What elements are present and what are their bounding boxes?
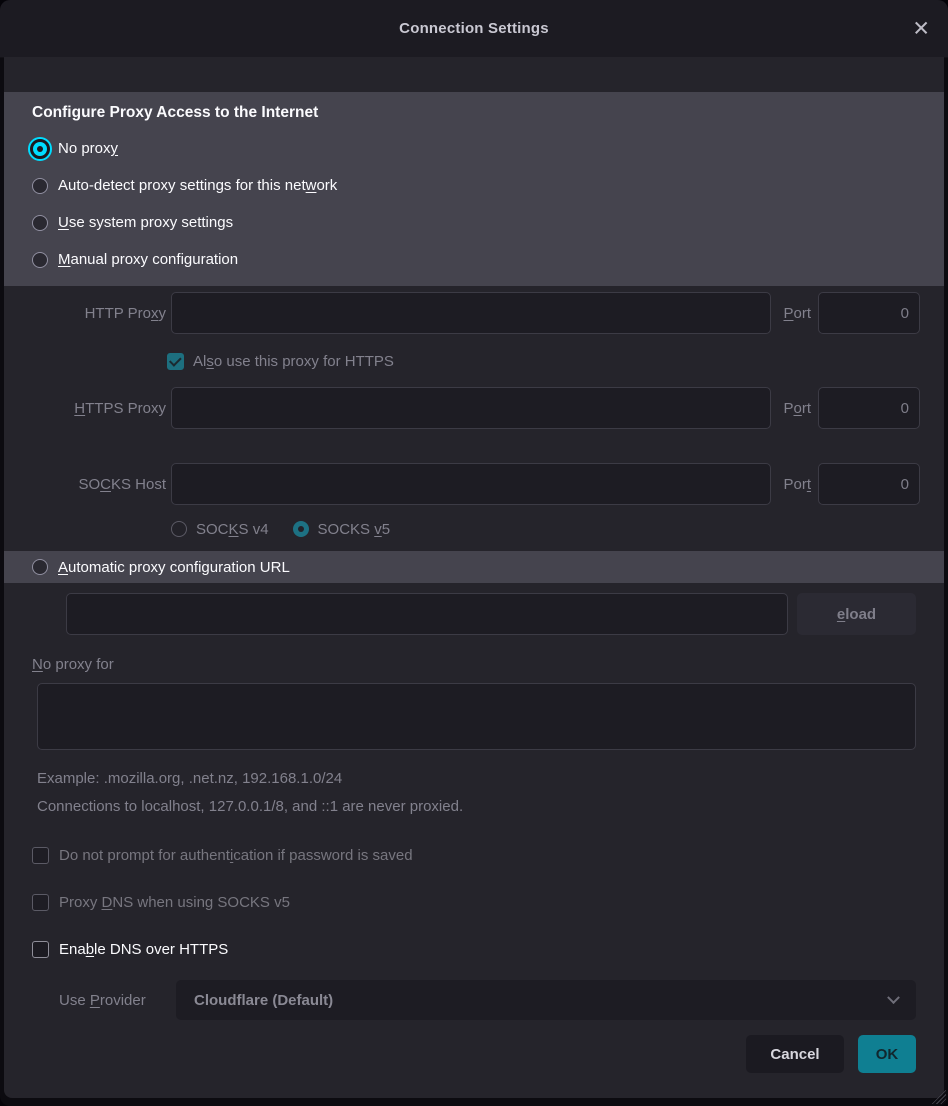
also-https-label: Also use this proxy for HTTPS bbox=[193, 353, 394, 370]
reload-button: eload bbox=[797, 593, 916, 635]
also-https-checkbox-row: Also use this proxy for HTTPS bbox=[4, 347, 944, 375]
http-port-label: Port bbox=[771, 305, 818, 322]
radio-off-icon bbox=[32, 559, 48, 575]
page-title: Configure Proxy Access to the Internet bbox=[32, 104, 916, 122]
autoproxy-band: Automatic proxy configuration URL bbox=[4, 551, 944, 583]
provider-selected-value: Cloudflare (Default) bbox=[194, 992, 333, 1009]
radio-socks-v5: SOCKS v5 bbox=[293, 521, 391, 538]
checkmark-icon bbox=[169, 354, 181, 366]
https-proxy-row: HTTPS Proxy Port bbox=[4, 387, 944, 429]
checkbox-checked-icon bbox=[167, 353, 184, 370]
doh-provider-row: Use Provider Cloudflare (Default) bbox=[4, 980, 944, 1020]
radio-off-icon bbox=[32, 178, 48, 194]
radio-off-icon bbox=[32, 252, 48, 268]
socks-port-label: Port bbox=[771, 476, 818, 493]
https-proxy-label: HTTPS Proxy bbox=[32, 400, 171, 417]
radio-label: No proxy bbox=[58, 140, 118, 157]
http-port-input bbox=[818, 292, 920, 334]
radio-label: Use system proxy settings bbox=[58, 214, 233, 231]
dialog-titlebar: Connection Settings ✕ bbox=[0, 0, 948, 58]
radio-auto-detect[interactable]: Auto-detect proxy settings for this netw… bbox=[32, 167, 916, 204]
checkbox-label: Do not prompt for authentication if pass… bbox=[59, 847, 413, 864]
radio-label: Auto-detect proxy settings for this netw… bbox=[58, 177, 337, 194]
dialog-title: Connection Settings bbox=[399, 20, 549, 37]
no-proxy-note-text: Connections to localhost, 127.0.0.1/8, a… bbox=[37, 798, 916, 815]
radio-autoproxy-url[interactable]: Automatic proxy configuration URL bbox=[32, 551, 290, 583]
http-proxy-input bbox=[171, 292, 771, 334]
proxy-mode-group: Configure Proxy Access to the Internet N… bbox=[4, 92, 944, 286]
use-provider-label: Use Provider bbox=[59, 992, 164, 1009]
autoproxy-url-input bbox=[66, 593, 788, 635]
socks-port-input bbox=[818, 463, 920, 505]
https-port-label: Port bbox=[771, 400, 818, 417]
checkbox-unchecked-icon bbox=[32, 894, 49, 911]
radio-off-icon bbox=[171, 521, 187, 537]
https-port-input bbox=[818, 387, 920, 429]
checkbox-proxy-dns-socks5: Proxy DNS when using SOCKS v5 bbox=[4, 888, 944, 916]
dialog-footer: Cancel OK bbox=[4, 1035, 944, 1073]
http-proxy-row: HTTP Proxy Port bbox=[4, 292, 944, 334]
radio-off-icon bbox=[32, 215, 48, 231]
radio-on-icon bbox=[293, 521, 309, 537]
socks-version-group: SOCKS v4 SOCKS v5 bbox=[4, 519, 944, 539]
chevron-down-icon bbox=[887, 991, 900, 1004]
checkbox-label: Proxy DNS when using SOCKS v5 bbox=[59, 894, 290, 911]
no-proxy-example-text: Example: .mozilla.org, .net.nz, 192.168.… bbox=[37, 770, 916, 787]
autoproxy-label: Automatic proxy configuration URL bbox=[58, 559, 290, 576]
checkbox-unchecked-icon bbox=[32, 941, 49, 958]
radio-use-system[interactable]: Use system proxy settings bbox=[32, 204, 916, 241]
socks-v5-label: SOCKS v5 bbox=[318, 521, 391, 538]
provider-dropdown: Cloudflare (Default) bbox=[176, 980, 916, 1020]
radio-selected-focus-ring bbox=[28, 137, 52, 161]
radio-on-icon bbox=[33, 142, 47, 156]
radio-socks-v4: SOCKS v4 bbox=[171, 521, 269, 538]
checkbox-no-prompt-auth: Do not prompt for authentication if pass… bbox=[4, 841, 944, 869]
socks-host-row: SOCKS Host Port bbox=[4, 463, 944, 505]
checkbox-unchecked-icon bbox=[32, 847, 49, 864]
no-proxy-for-label: No proxy for bbox=[32, 656, 916, 673]
cancel-button[interactable]: Cancel bbox=[746, 1035, 844, 1073]
checkbox-enable-doh[interactable]: Enable DNS over HTTPS bbox=[4, 935, 944, 963]
no-proxy-for-textarea bbox=[37, 683, 916, 750]
socks-host-label: SOCKS Host bbox=[32, 476, 171, 493]
autoproxy-url-row: eload bbox=[66, 593, 916, 635]
socks-host-input bbox=[171, 463, 771, 505]
connection-settings-dialog: Connection Settings ✕ Configure Proxy Ac… bbox=[0, 0, 948, 1106]
dialog-content: Configure Proxy Access to the Internet N… bbox=[4, 57, 944, 1098]
close-icon[interactable]: ✕ bbox=[912, 18, 930, 39]
radio-no-proxy[interactable]: No proxy bbox=[32, 130, 916, 167]
socks-v4-label: SOCKS v4 bbox=[196, 521, 269, 538]
http-proxy-label: HTTP Proxy bbox=[32, 305, 171, 322]
checkbox-label: Enable DNS over HTTPS bbox=[59, 941, 228, 958]
https-proxy-input bbox=[171, 387, 771, 429]
ok-button[interactable]: OK bbox=[858, 1035, 916, 1073]
radio-label: Manual proxy configuration bbox=[58, 251, 238, 268]
radio-manual[interactable]: Manual proxy configuration bbox=[32, 241, 916, 278]
